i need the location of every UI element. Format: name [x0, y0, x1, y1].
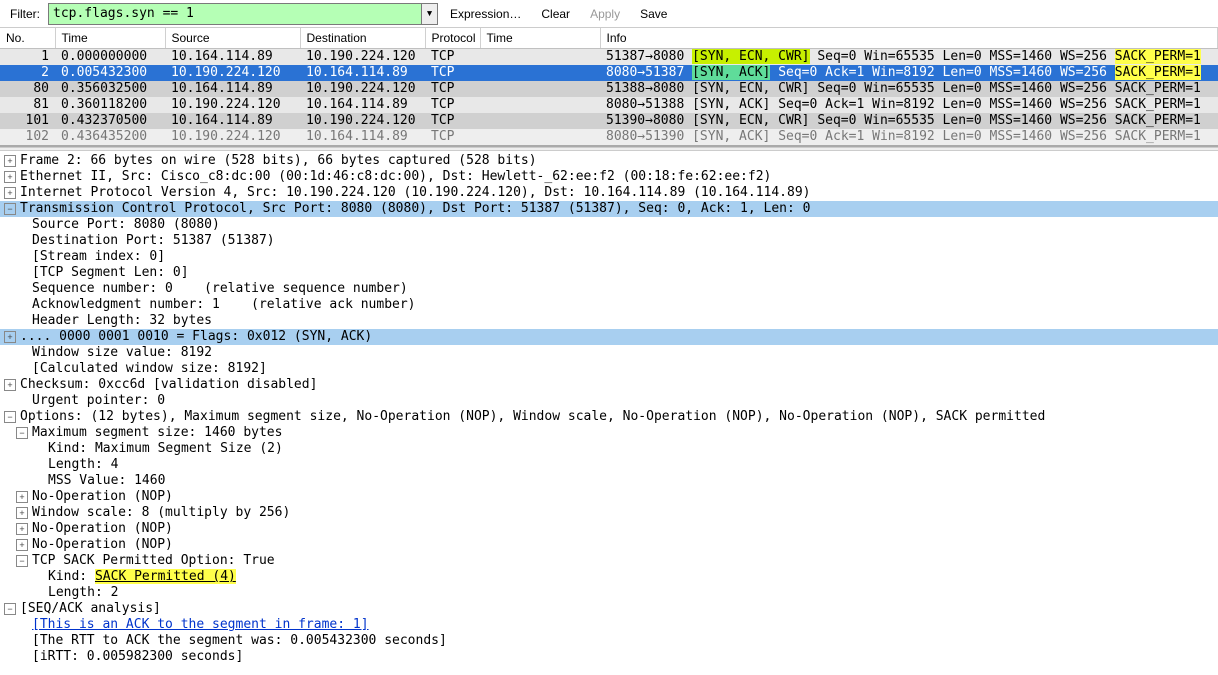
collapse-icon[interactable]: − [16, 427, 28, 439]
field-stream-index[interactable]: [Stream index: 0] [0, 249, 1218, 265]
collapse-icon[interactable]: − [4, 203, 16, 215]
field-mss-len[interactable]: Length: 4 [0, 457, 1218, 473]
tree-options[interactable]: −Options: (12 bytes), Maximum segment si… [0, 409, 1218, 425]
tree-ip[interactable]: +Internet Protocol Version 4, Src: 10.19… [0, 185, 1218, 201]
tree-seqack[interactable]: −[SEQ/ACK analysis] [0, 601, 1218, 617]
tree-flags[interactable]: +.... 0000 0001 0010 = Flags: 0x012 (SYN… [0, 329, 1218, 345]
filter-dropdown-button[interactable]: ▾ [421, 4, 437, 24]
col-source[interactable]: Source [165, 28, 300, 49]
packet-row[interactable]: 810.36011820010.190.224.12010.164.114.89… [0, 97, 1218, 113]
clear-button[interactable]: Clear [533, 5, 578, 23]
packet-list-pane: No. Time Source Destination Protocol Tim… [0, 28, 1218, 147]
field-calc-win[interactable]: [Calculated window size: 8192] [0, 361, 1218, 377]
col-proto[interactable]: Protocol [425, 28, 480, 49]
packet-row[interactable]: 10.00000000010.164.114.8910.190.224.120T… [0, 49, 1218, 66]
expand-icon[interactable]: + [4, 171, 16, 183]
packet-row[interactable]: 1010.43237050010.164.114.8910.190.224.12… [0, 113, 1218, 129]
field-sack-kind[interactable]: Kind: SACK Permitted (4) [0, 569, 1218, 585]
expand-icon[interactable]: + [4, 379, 16, 391]
field-ack-link[interactable]: [This is an ACK to the segment in frame:… [0, 617, 1218, 633]
field-irtt[interactable]: [iRTT: 0.005982300 seconds] [0, 649, 1218, 665]
expand-icon[interactable]: + [4, 331, 16, 343]
field-mss-kind[interactable]: Kind: Maximum Segment Size (2) [0, 441, 1218, 457]
tree-nop3[interactable]: +No-Operation (NOP) [0, 537, 1218, 553]
collapse-icon[interactable]: − [4, 411, 16, 423]
col-info[interactable]: Info [600, 28, 1218, 49]
tree-tcp[interactable]: −Transmission Control Protocol, Src Port… [0, 201, 1218, 217]
tree-sack-perm[interactable]: −TCP SACK Permitted Option: True [0, 553, 1218, 569]
col-no[interactable]: No. [0, 28, 55, 49]
field-win[interactable]: Window size value: 8192 [0, 345, 1218, 361]
col-time2[interactable]: Time [480, 28, 600, 49]
filter-label: Filter: [6, 7, 44, 21]
packet-row[interactable]: 800.35603250010.164.114.8910.190.224.120… [0, 81, 1218, 97]
tree-nop1[interactable]: +No-Operation (NOP) [0, 489, 1218, 505]
field-rtt[interactable]: [The RTT to ACK the segment was: 0.00543… [0, 633, 1218, 649]
field-mss-val[interactable]: MSS Value: 1460 [0, 473, 1218, 489]
apply-button: Apply [582, 5, 628, 23]
col-dest[interactable]: Destination [300, 28, 425, 49]
tree-checksum[interactable]: +Checksum: 0xcc6d [validation disabled] [0, 377, 1218, 393]
save-button[interactable]: Save [632, 5, 675, 23]
filter-input-wrap[interactable]: ▾ [48, 3, 438, 25]
field-seg-len[interactable]: [TCP Segment Len: 0] [0, 265, 1218, 281]
field-header-len[interactable]: Header Length: 32 bytes [0, 313, 1218, 329]
filter-input[interactable] [49, 4, 437, 23]
field-ack[interactable]: Acknowledgment number: 1 (relative ack n… [0, 297, 1218, 313]
field-urgent[interactable]: Urgent pointer: 0 [0, 393, 1218, 409]
collapse-icon[interactable]: − [4, 603, 16, 615]
filter-toolbar: Filter: ▾ Expression… Clear Apply Save [0, 0, 1218, 28]
expression-button[interactable]: Expression… [442, 5, 529, 23]
field-dst-port[interactable]: Destination Port: 51387 (51387) [0, 233, 1218, 249]
expand-icon[interactable]: + [4, 155, 16, 167]
packet-row[interactable]: 1020.43643520010.190.224.12010.164.114.8… [0, 129, 1218, 145]
tree-wscale[interactable]: +Window scale: 8 (multiply by 256) [0, 505, 1218, 521]
tree-nop2[interactable]: +No-Operation (NOP) [0, 521, 1218, 537]
expand-icon[interactable]: + [16, 523, 28, 535]
expand-icon[interactable]: + [16, 539, 28, 551]
tree-frame[interactable]: +Frame 2: 66 bytes on wire (528 bits), 6… [0, 153, 1218, 169]
expand-icon[interactable]: + [16, 507, 28, 519]
field-seq[interactable]: Sequence number: 0 (relative sequence nu… [0, 281, 1218, 297]
packet-details-pane: +Frame 2: 66 bytes on wire (528 bits), 6… [0, 151, 1218, 667]
field-sack-len[interactable]: Length: 2 [0, 585, 1218, 601]
field-src-port[interactable]: Source Port: 8080 (8080) [0, 217, 1218, 233]
col-time[interactable]: Time [55, 28, 165, 49]
expand-icon[interactable]: + [16, 491, 28, 503]
column-header-row[interactable]: No. Time Source Destination Protocol Tim… [0, 28, 1218, 49]
expand-icon[interactable]: + [4, 187, 16, 199]
tree-mss[interactable]: −Maximum segment size: 1460 bytes [0, 425, 1218, 441]
collapse-icon[interactable]: − [16, 555, 28, 567]
packet-row[interactable]: 20.00543230010.190.224.12010.164.114.89T… [0, 65, 1218, 81]
chevron-down-icon: ▾ [426, 6, 434, 21]
tree-ethernet[interactable]: +Ethernet II, Src: Cisco_c8:dc:00 (00:1d… [0, 169, 1218, 185]
